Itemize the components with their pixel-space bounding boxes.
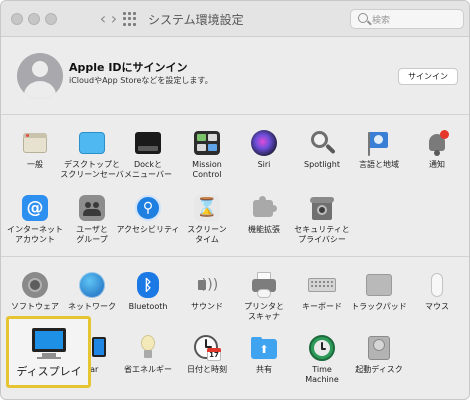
pref-time-machine[interactable]: Time Machine <box>293 334 351 396</box>
pref-label: 言語と地域 <box>359 160 399 169</box>
printer-icon <box>250 271 278 299</box>
pref-mission-control[interactable]: Mission Control <box>178 129 236 191</box>
sound-icon: ))) <box>193 271 221 299</box>
pref-label: マウス <box>425 302 449 311</box>
pref-label: Siri <box>257 160 271 169</box>
keyboard-icon <box>308 271 336 299</box>
mouse-icon <box>423 271 451 299</box>
desktop-icon <box>78 129 106 157</box>
apple-id-subtitle: iCloudやApp Storeなどを設定します。 <box>69 76 213 85</box>
window-title: システム環境設定 <box>148 13 244 27</box>
pref-internet-accounts[interactable]: @ インターネット アカウント <box>6 194 64 256</box>
pref-displays[interactable]: ディスプレイ <box>6 316 91 388</box>
pref-spotlight[interactable]: Spotlight <box>293 129 351 191</box>
pref-desktop-screensaver[interactable]: デスクトップと スクリーンセーバ <box>60 129 124 191</box>
pref-label: Bluetooth <box>128 302 168 311</box>
pref-bluetooth[interactable]: ᛒ Bluetooth <box>119 271 177 333</box>
trackpad-icon <box>365 271 393 299</box>
mission-control-icon <box>193 129 221 157</box>
avatar <box>17 53 63 99</box>
system-preferences-window: ‹ › システム環境設定 検索 Apple IDにサインイン iCloudやAp… <box>0 0 470 400</box>
apple-id-title: Apple IDにサインイン <box>69 61 188 74</box>
pref-notifications[interactable]: 通知 <box>408 129 466 191</box>
pref-label: 省エネルギー <box>124 365 172 374</box>
pref-screen-time[interactable]: ⌛ スクリーン タイム <box>178 194 236 256</box>
search-placeholder: 検索 <box>372 16 391 26</box>
pref-energy-saver[interactable]: 省エネルギー <box>119 334 177 396</box>
network-icon <box>78 271 106 299</box>
spotlight-icon <box>308 129 336 157</box>
show-all-grid-icon[interactable] <box>123 12 137 26</box>
close-window-button[interactable] <box>11 13 23 25</box>
pref-accessibility[interactable]: ⚲ アクセシビリティ <box>116 194 180 256</box>
pref-label: アクセシビリティ <box>116 225 180 234</box>
language-icon <box>365 129 393 157</box>
divider <box>1 256 469 257</box>
pref-label: 共有 <box>256 365 272 374</box>
pref-startup-disk[interactable]: 起動ディスク <box>350 334 408 396</box>
time-machine-icon <box>308 334 336 362</box>
bluetooth-icon: ᛒ <box>134 271 162 299</box>
pref-general[interactable]: 一般 <box>6 129 64 191</box>
pref-label: ディスプレイ <box>16 365 82 378</box>
toolbar: ‹ › システム環境設定 検索 <box>1 1 469 37</box>
zoom-window-button[interactable] <box>45 13 57 25</box>
sharing-icon: ⬆ <box>250 334 278 362</box>
search-field[interactable]: 検索 <box>350 9 464 29</box>
date-time-icon: 17 <box>193 334 221 362</box>
pref-security-privacy[interactable]: セキュリティと プライバシー <box>293 194 351 256</box>
pref-sharing[interactable]: ⬆ 共有 <box>235 334 293 396</box>
pref-label: セキュリティと プライバシー <box>294 225 350 244</box>
signin-button[interactable]: サインイン <box>398 68 458 85</box>
pref-label: Dockと メニューバー <box>124 160 172 179</box>
extensions-icon <box>250 194 278 222</box>
pref-label: 起動ディスク <box>355 365 403 374</box>
pref-dock-menubar[interactable]: Dockと メニューバー <box>119 129 177 191</box>
pref-date-time[interactable]: 17 日付と時刻 <box>178 334 236 396</box>
screen-time-icon: ⌛ <box>193 194 221 222</box>
pref-label: プリンタと スキャナ <box>244 302 284 321</box>
internet-accounts-icon: @ <box>21 194 49 222</box>
pref-users-groups[interactable]: ユーザと グループ <box>63 194 121 256</box>
software-update-icon <box>21 271 49 299</box>
pref-siri[interactable]: Siri <box>235 129 293 191</box>
minimize-window-button[interactable] <box>28 13 40 25</box>
users-icon <box>78 194 106 222</box>
pref-keyboard[interactable]: キーボード <box>293 271 351 333</box>
pref-label: 通知 <box>429 160 445 169</box>
startup-disk-icon <box>365 334 393 362</box>
pref-mouse[interactable]: マウス <box>408 271 466 333</box>
search-icon <box>358 13 368 23</box>
pref-trackpad[interactable]: トラックパッド <box>350 271 408 333</box>
security-icon <box>308 194 336 222</box>
siri-icon <box>250 129 278 157</box>
pref-label: トラックパッド <box>351 302 407 311</box>
apple-id-section: Apple IDにサインイン iCloudやApp Storeなどを設定します。… <box>1 38 469 114</box>
notification-icon <box>423 129 451 157</box>
pref-sound[interactable]: ))) サウンド <box>178 271 236 333</box>
accessibility-icon: ⚲ <box>134 194 162 222</box>
pref-extensions[interactable]: 機能拡張 <box>235 194 293 256</box>
pref-label: 機能拡張 <box>248 225 280 234</box>
general-icon <box>21 129 49 157</box>
pref-language-region[interactable]: 言語と地域 <box>350 129 408 191</box>
energy-icon <box>134 334 162 362</box>
divider <box>1 114 469 115</box>
calendar-day: 17 <box>209 351 219 359</box>
pref-printers-scanners[interactable]: プリンタと スキャナ <box>235 271 293 333</box>
dock-icon <box>134 129 162 157</box>
forward-button[interactable]: › <box>105 9 123 29</box>
